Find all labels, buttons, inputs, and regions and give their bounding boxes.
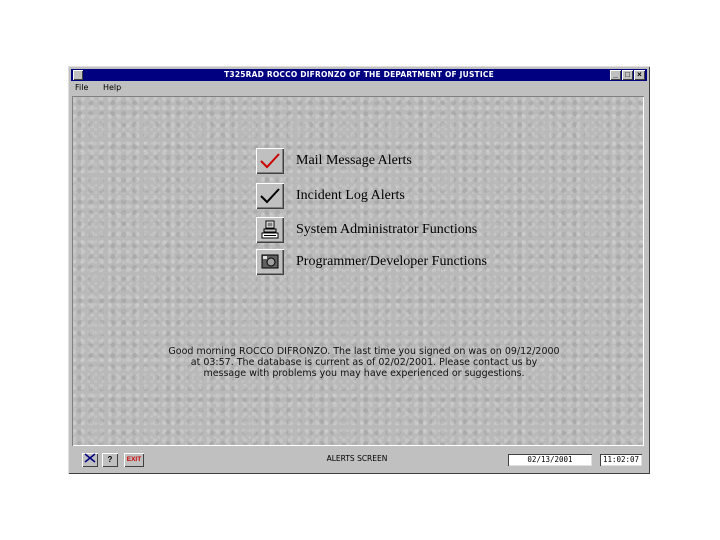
window-title: T325RAD ROCCO DIFRONZO OF THE DEPARTMENT… — [224, 70, 494, 79]
welcome-message: Good morning ROCCO DIFRONZO. The last ti… — [168, 346, 560, 379]
help-button[interactable]: ? — [102, 453, 118, 467]
menu-bar: File Help — [71, 81, 647, 95]
developer-tools-icon[interactable] — [256, 249, 284, 275]
option-label[interactable]: Programmer/Developer Functions — [296, 254, 487, 270]
tools-button[interactable] — [82, 453, 98, 467]
black-check-icon[interactable] — [256, 183, 284, 209]
menu-help[interactable]: Help — [103, 83, 121, 92]
close-button[interactable]: × — [634, 70, 645, 80]
option-label[interactable]: Incident Log Alerts — [296, 188, 405, 204]
menu-file[interactable]: File — [75, 83, 88, 92]
screen-label: ALERTS SCREEN — [326, 454, 388, 463]
exit-button[interactable]: EXIT — [124, 453, 144, 467]
date-field: 02/13/2001 — [508, 454, 592, 466]
main-panel: Mail Message Alerts Incident Log Alerts … — [72, 96, 644, 446]
status-bar: ? EXIT ALERTS SCREEN 02/13/2001 11:02:07 — [72, 450, 644, 470]
computer-icon[interactable] — [256, 217, 284, 243]
option-label[interactable]: Mail Message Alerts — [296, 153, 412, 169]
maximize-button[interactable]: □ — [622, 70, 633, 80]
alerts-window: T325RAD ROCCO DIFRONZO OF THE DEPARTMENT… — [68, 66, 650, 474]
minimize-button[interactable]: _ — [610, 70, 621, 80]
tools-icon — [84, 453, 96, 463]
title-bar: T325RAD ROCCO DIFRONZO OF THE DEPARTMENT… — [71, 69, 647, 81]
red-check-icon[interactable] — [256, 148, 284, 174]
time-field: 11:02:07 — [600, 454, 642, 466]
option-label[interactable]: System Administrator Functions — [296, 222, 477, 238]
